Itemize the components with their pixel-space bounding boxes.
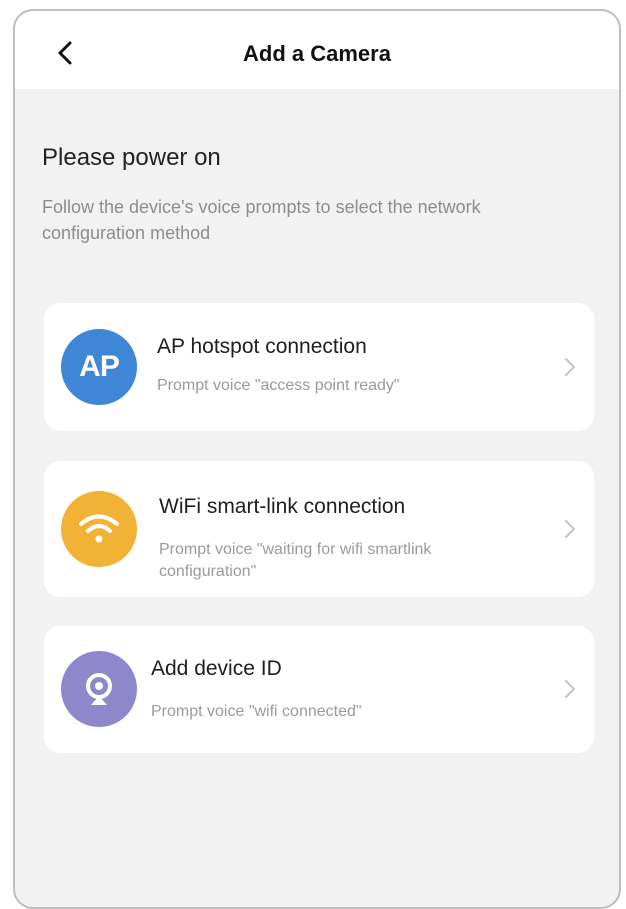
- add-device-id-option[interactable]: Add device ID Prompt voice "wifi connect…: [44, 626, 594, 753]
- option-title: WiFi smart-link connection: [159, 495, 406, 518]
- wifi-icon: [61, 491, 137, 567]
- header-bar: Add a Camera: [15, 11, 619, 89]
- page-title: Add a Camera: [243, 41, 391, 66]
- ap-hotspot-option[interactable]: AP AP hotspot connection Prompt voice "a…: [44, 303, 594, 431]
- section-description: Follow the device's voice prompts to sel…: [42, 197, 481, 243]
- chevron-right-icon: [565, 680, 575, 698]
- chevron-right-icon: [565, 358, 575, 376]
- phone-screen: Add a Camera Please power on Follow the …: [13, 9, 621, 909]
- option-title: Add device ID: [151, 657, 282, 680]
- section-heading: Please power on: [42, 144, 221, 171]
- camera-glyph: [86, 673, 112, 705]
- option-subtitle: Prompt voice "access point ready": [157, 377, 400, 394]
- ap-icon: AP: [61, 329, 137, 405]
- ap-icon-label: AP: [79, 350, 120, 383]
- camera-icon: [61, 651, 137, 727]
- chevron-right-icon: [565, 520, 575, 538]
- wifi-smartlink-option[interactable]: WiFi smart-link connection Prompt voice …: [44, 461, 594, 597]
- option-subtitle: Prompt voice "waiting for wifi smartlink…: [159, 541, 432, 580]
- option-title: AP hotspot connection: [157, 335, 367, 358]
- wifi-glyph: [79, 514, 119, 543]
- option-subtitle: Prompt voice "wifi connected": [151, 703, 362, 720]
